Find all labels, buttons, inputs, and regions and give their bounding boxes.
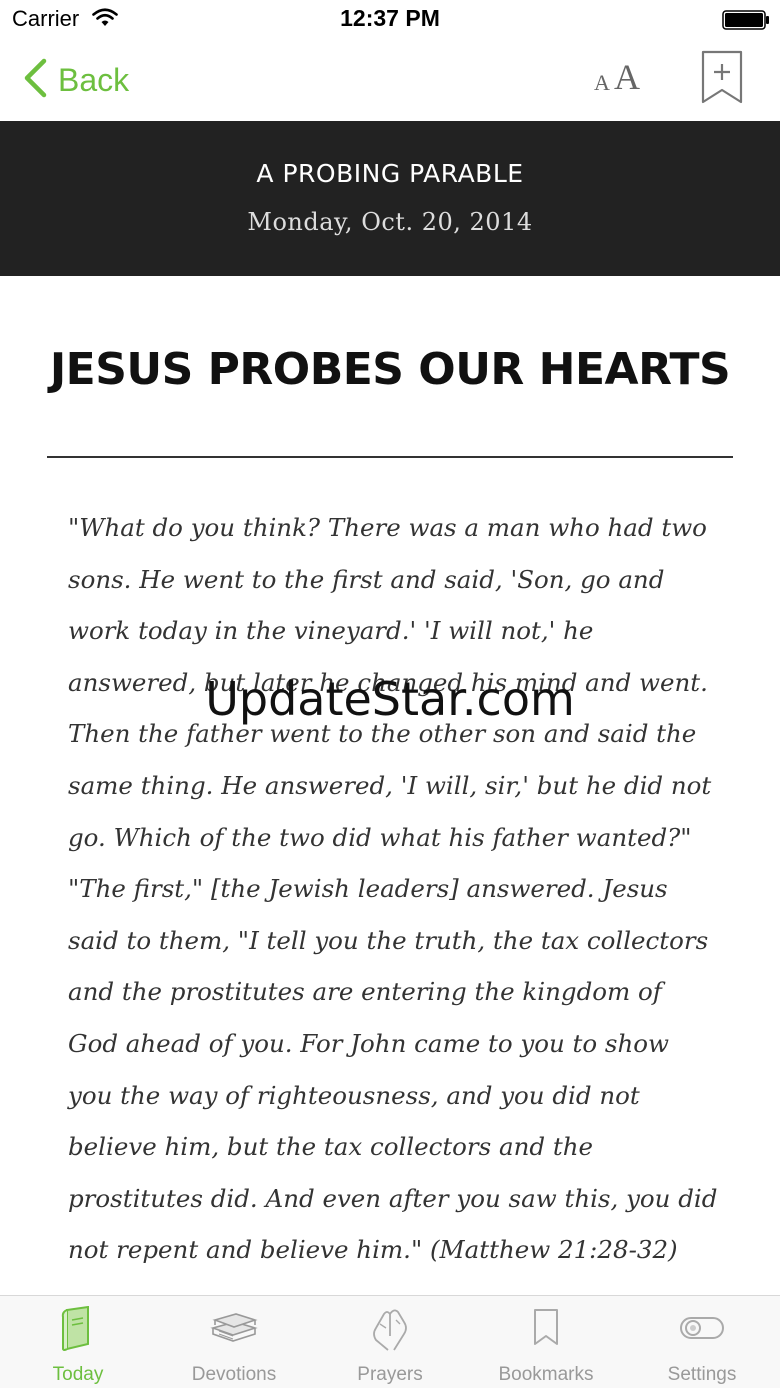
stacked-books-icon <box>209 1306 259 1355</box>
battery-icon <box>722 10 770 35</box>
tab-label: Prayers <box>357 1364 423 1385</box>
chevron-left-icon <box>22 58 48 103</box>
tab-prayers[interactable]: Prayers <box>312 1296 468 1388</box>
article-content[interactable]: JESUS PROBES OUR HEARTS "What do you thi… <box>0 276 780 1295</box>
praying-hands-icon <box>368 1306 412 1359</box>
book-icon <box>58 1305 98 1357</box>
bookmark-add-icon <box>700 50 744 110</box>
tab-label: Today <box>52 1364 104 1385</box>
tab-label: Settings <box>667 1364 737 1385</box>
navigation-bar: Back A A <box>0 40 780 121</box>
devotion-date: Monday, Oct. 20, 2014 <box>247 208 533 236</box>
tab-label: Devotions <box>191 1364 277 1385</box>
back-label: Back <box>58 61 130 98</box>
tab-today[interactable]: Today <box>0 1296 156 1388</box>
tab-settings[interactable]: Settings <box>624 1296 780 1388</box>
article-title: JESUS PROBES OUR HEARTS <box>49 344 731 395</box>
title-divider <box>47 456 733 458</box>
back-button[interactable]: Back <box>22 58 129 102</box>
font-size-large-glyph: A <box>614 57 640 97</box>
status-time: 12:37 PM <box>340 5 440 31</box>
tab-bookmarks[interactable]: Bookmarks <box>468 1296 624 1388</box>
bookmark-icon <box>531 1306 561 1355</box>
tab-bar: Today Devotions Prayers Bookmarks Settin… <box>0 1295 780 1388</box>
status-bar: Carrier 12:37 PM <box>0 0 780 40</box>
tab-devotions[interactable]: Devotions <box>156 1296 312 1388</box>
tab-label: Bookmarks <box>498 1364 594 1385</box>
section-title: A PROBING PARABLE <box>256 159 524 188</box>
add-bookmark-button[interactable] <box>700 50 744 106</box>
scripture-passage: "What do you think? There was a man who … <box>68 513 718 1265</box>
font-size-small-glyph: A <box>594 70 610 95</box>
font-size-button[interactable]: A A <box>590 56 650 100</box>
toggle-icon <box>679 1306 725 1355</box>
devotion-header: A PROBING PARABLE Monday, Oct. 20, 2014 <box>0 121 780 276</box>
